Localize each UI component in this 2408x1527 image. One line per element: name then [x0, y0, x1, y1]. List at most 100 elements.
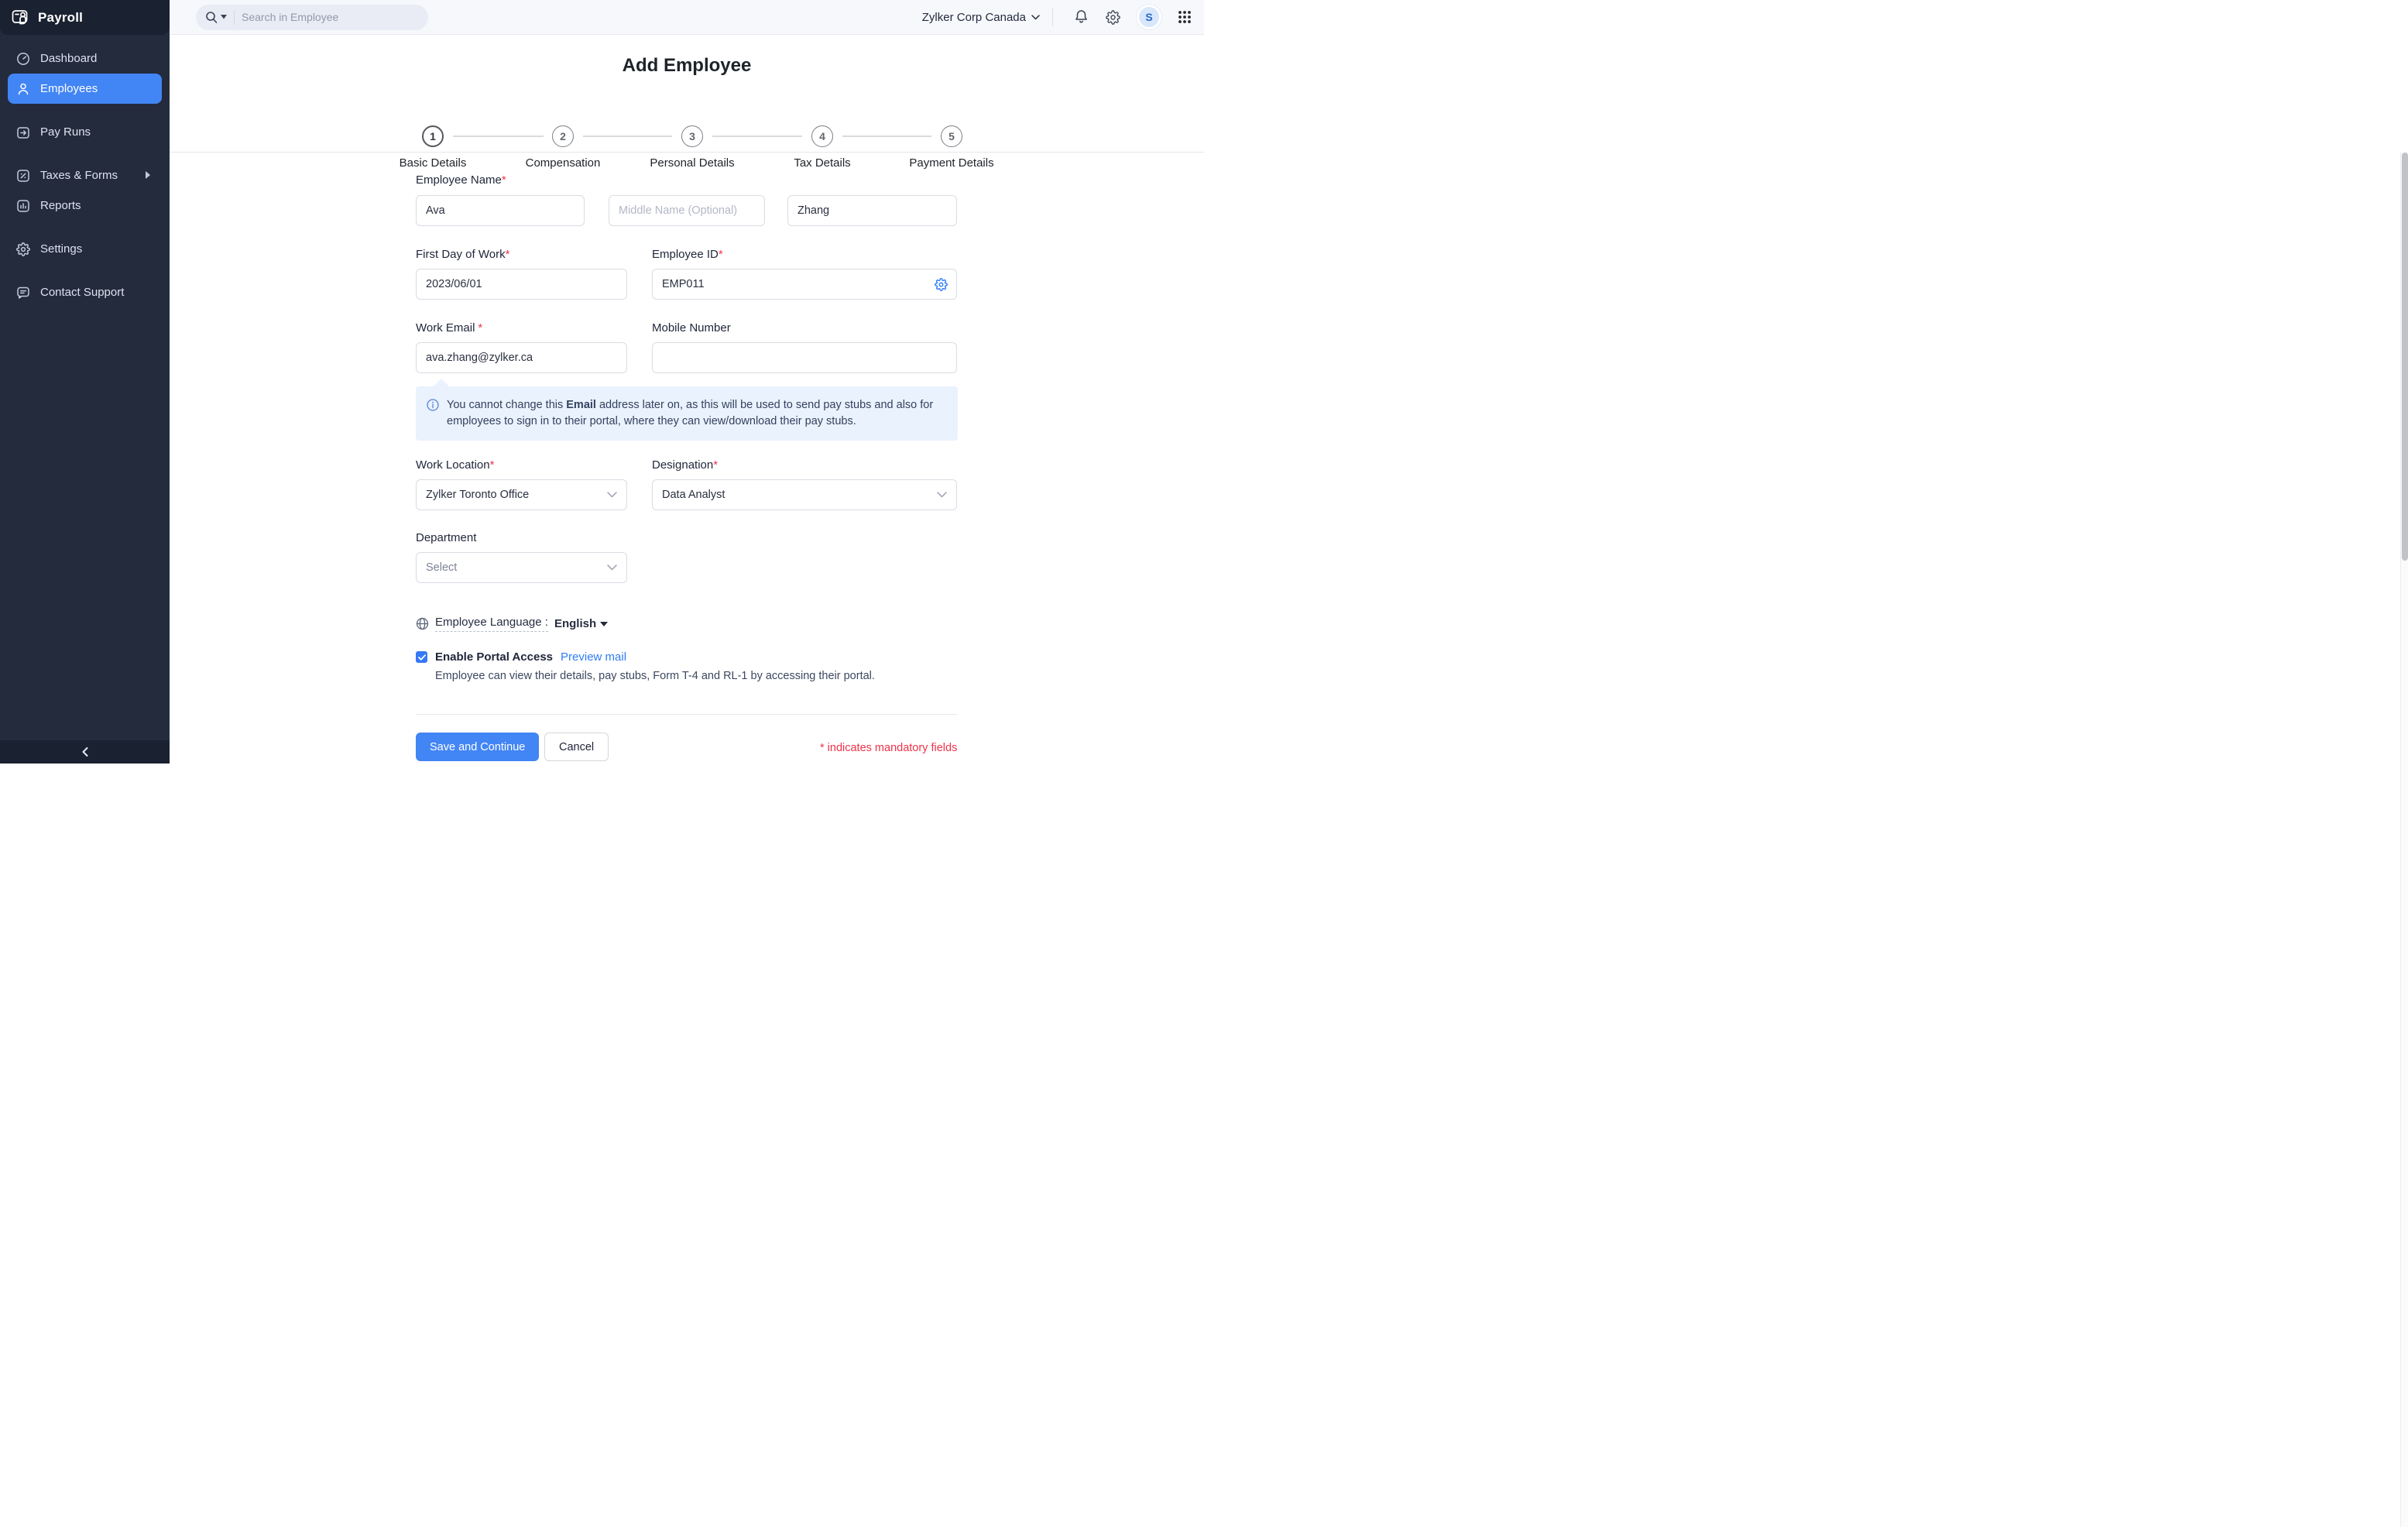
chevron-left-icon — [81, 746, 90, 758]
step-number: 1 — [422, 125, 444, 147]
pay-runs-icon — [16, 125, 30, 139]
basic-details-form: Employee Name* First Day of Work* Employ… — [170, 153, 1204, 764]
sidebar-item-settings[interactable]: Settings — [8, 234, 162, 264]
sidebar-item-label: Reports — [40, 199, 81, 212]
work-email-label: Work Email* — [416, 321, 482, 335]
required-marker: * — [502, 173, 506, 187]
employee-language-row: Employee Language : English — [416, 616, 608, 632]
work-location-value: Zylker Toronto Office — [426, 489, 607, 501]
work-location-select[interactable]: Zylker Toronto Office — [416, 479, 627, 510]
enable-portal-checkbox[interactable] — [416, 651, 427, 663]
caret-down-icon — [600, 622, 608, 626]
sidebar-item-taxes-forms[interactable]: Taxes & Forms — [8, 160, 162, 190]
search-divider — [234, 10, 235, 25]
required-marker: * — [478, 321, 482, 335]
first-day-label: First Day of Work* — [416, 248, 509, 261]
save-and-continue-button[interactable]: Save and Continue — [416, 733, 539, 761]
step-number: 5 — [941, 125, 962, 147]
chat-bubble-icon — [16, 286, 30, 300]
sidebar-item-dashboard[interactable]: Dashboard — [8, 43, 162, 74]
topbar-divider — [1052, 8, 1053, 26]
apps-grid-icon — [1178, 10, 1192, 24]
app-logo[interactable]: Payroll — [0, 0, 170, 35]
sidebar-item-label: Settings — [40, 242, 82, 256]
employee-id-settings-button[interactable] — [935, 278, 948, 291]
cancel-button[interactable]: Cancel — [544, 733, 609, 761]
check-icon — [418, 654, 426, 661]
info-icon — [427, 397, 439, 430]
step-number: 3 — [681, 125, 703, 147]
org-name: Zylker Corp Canada — [922, 11, 1026, 24]
step-number: 2 — [552, 125, 574, 147]
middle-name-input[interactable] — [609, 195, 765, 226]
first-name-input[interactable] — [416, 195, 585, 226]
search-input[interactable] — [242, 11, 412, 23]
payroll-logo-icon — [12, 9, 30, 26]
required-marker: * — [713, 458, 718, 472]
search-bar[interactable] — [196, 5, 428, 30]
wizard-header: Add Employee 1 Basic Details 2 Compensat… — [170, 35, 1204, 153]
apps-grid-button[interactable] — [1178, 10, 1192, 24]
last-name-input[interactable] — [787, 195, 957, 226]
sidebar-item-label: Pay Runs — [40, 125, 91, 139]
first-day-input[interactable] — [416, 269, 627, 300]
gear-icon — [935, 278, 948, 291]
designation-value: Data Analyst — [662, 489, 937, 501]
payroll-app: Payroll Dashboard Employees — [0, 0, 1204, 764]
sidebar-collapse-button[interactable] — [0, 740, 170, 764]
taxes-forms-icon — [16, 169, 30, 183]
preview-mail-link[interactable]: Preview mail — [561, 650, 626, 664]
portal-access-row: Enable Portal Access Preview mail — [416, 650, 626, 664]
app-title: Payroll — [38, 10, 83, 26]
sidebar-item-reports[interactable]: Reports — [8, 190, 162, 221]
info-text: You cannot change this Email address lat… — [447, 397, 944, 430]
work-email-input[interactable] — [416, 342, 627, 373]
mandatory-fields-note: * indicates mandatory fields — [820, 742, 957, 754]
required-marker: * — [506, 248, 510, 261]
settings-button[interactable] — [1106, 10, 1120, 25]
employee-language-label[interactable]: Employee Language : — [435, 616, 548, 632]
sidebar-item-contact-support[interactable]: Contact Support — [8, 277, 162, 307]
chevron-down-icon — [607, 564, 617, 571]
sidebar: Payroll Dashboard Employees — [0, 0, 170, 764]
enable-portal-label: Enable Portal Access — [435, 650, 553, 664]
sidebar-item-label: Contact Support — [40, 286, 124, 299]
employee-id-label: Employee ID* — [652, 248, 723, 261]
globe-icon — [416, 617, 429, 630]
employees-icon — [16, 82, 30, 96]
designation-label: Designation* — [652, 458, 718, 472]
work-location-label: Work Location* — [416, 458, 494, 472]
page-title: Add Employee — [170, 35, 1204, 77]
designation-select[interactable]: Data Analyst — [652, 479, 957, 510]
department-label: Department — [416, 531, 476, 544]
employee-id-input[interactable] — [652, 269, 957, 300]
portal-description: Employee can view their details, pay stu… — [435, 670, 875, 682]
gear-icon — [16, 242, 30, 256]
email-info-note: You cannot change this Email address lat… — [416, 386, 958, 441]
info-box-caret — [434, 379, 449, 386]
sidebar-item-label: Dashboard — [40, 52, 97, 65]
search-icon[interactable] — [205, 11, 227, 24]
language-dropdown[interactable]: English — [554, 617, 608, 630]
language-value: English — [554, 617, 596, 630]
topbar: Zylker Corp Canada — [170, 0, 1204, 35]
scrollbar-thumb[interactable] — [2402, 153, 2408, 561]
sidebar-item-label: Taxes & Forms — [40, 169, 118, 182]
scrollbar-track — [2400, 153, 2408, 1527]
avatar[interactable]: S — [1139, 7, 1159, 27]
department-placeholder: Select — [426, 561, 607, 574]
org-selector[interactable]: Zylker Corp Canada — [922, 11, 1040, 24]
mobile-number-input[interactable] — [652, 342, 957, 373]
sidebar-item-employees[interactable]: Employees — [8, 74, 162, 104]
sidebar-nav: Dashboard Employees Pay Runs — [0, 35, 170, 740]
chevron-down-icon — [937, 492, 947, 498]
mobile-number-label: Mobile Number — [652, 321, 731, 335]
notifications-button[interactable] — [1074, 9, 1089, 25]
sidebar-item-pay-runs[interactable]: Pay Runs — [8, 117, 162, 147]
department-select[interactable]: Select — [416, 552, 627, 583]
chevron-down-icon — [607, 492, 617, 498]
chevron-down-icon — [1031, 15, 1040, 20]
employee-name-label: Employee Name* — [416, 173, 506, 187]
topbar-right: Zylker Corp Canada — [922, 7, 1204, 27]
step-number: 4 — [811, 125, 833, 147]
